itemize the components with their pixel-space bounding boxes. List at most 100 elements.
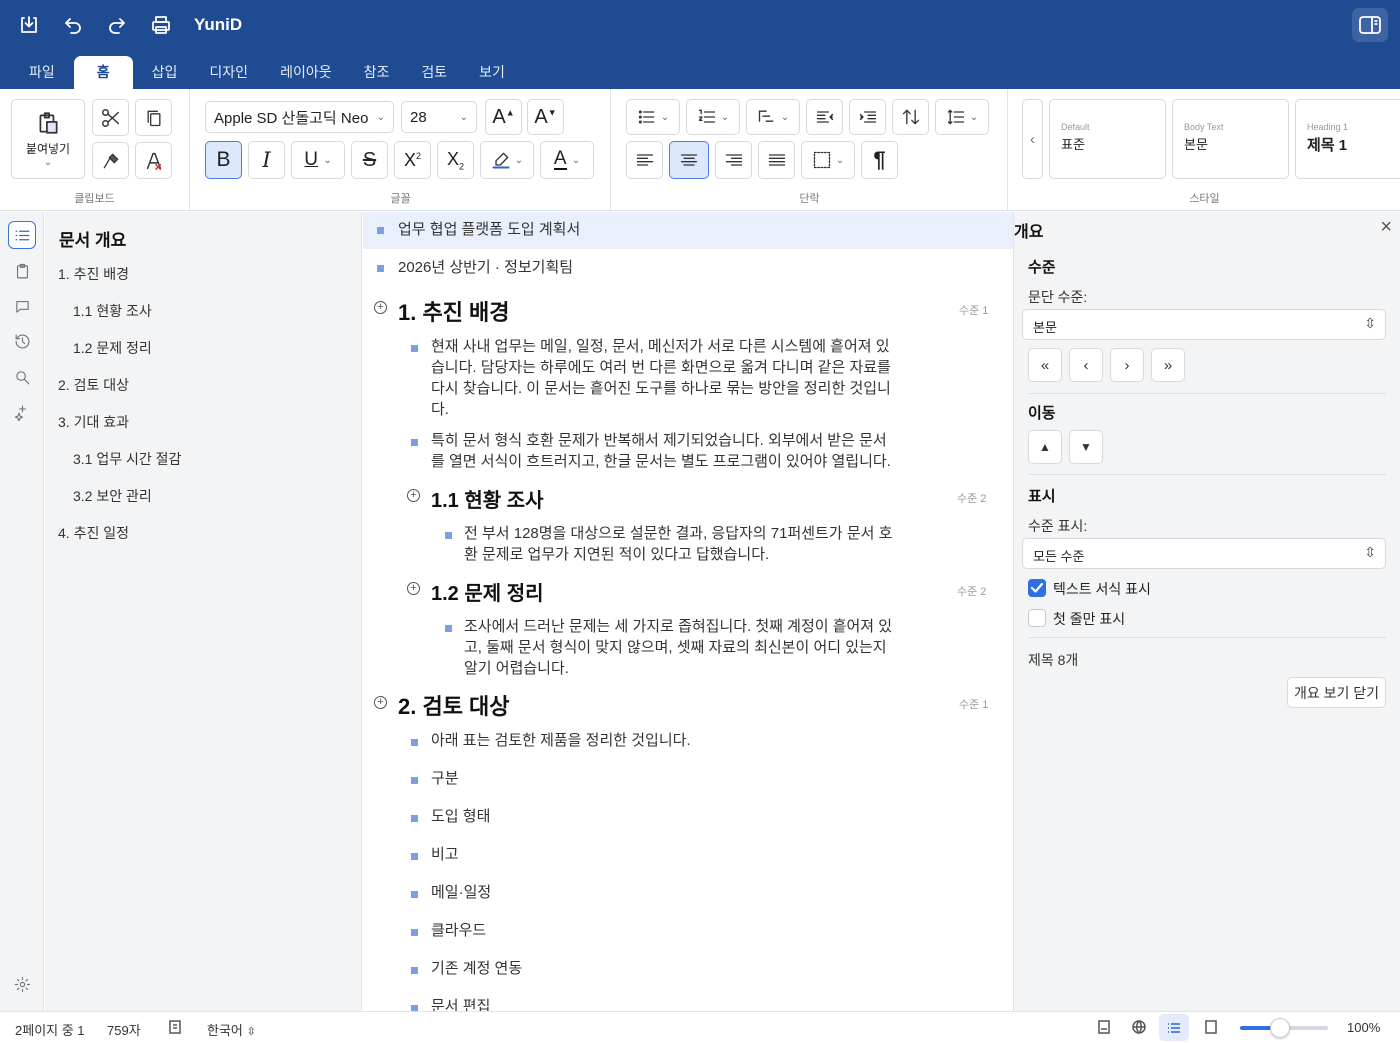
italic-button[interactable]: I — [248, 141, 285, 179]
pages-button[interactable] — [8, 257, 36, 285]
draft-layout-icon[interactable] — [1203, 1019, 1219, 1038]
ai-assist-button[interactable] — [8, 398, 36, 426]
demote-to-body-button[interactable]: » — [1151, 348, 1185, 382]
tab-layout[interactable]: 레이아웃 — [267, 56, 345, 89]
outline-item[interactable]: 3.1 업무 시간 절감 — [73, 449, 181, 469]
italic-icon: I — [262, 148, 271, 172]
move-section-title: 이동 — [1028, 405, 1056, 422]
tab-home[interactable]: 홈 — [73, 56, 133, 89]
promote-to-top-button[interactable]: « — [1028, 348, 1062, 382]
style-card-heading-1[interactable]: Heading 1 제목 1 — [1295, 99, 1400, 179]
move-up-button[interactable]: ▲ — [1028, 430, 1062, 464]
comments-button[interactable] — [8, 292, 36, 320]
styles-prev-button[interactable]: ‹ — [1022, 99, 1043, 179]
close-icon[interactable]: × — [1380, 216, 1392, 239]
outline-item[interactable]: 4. 추진 일정 — [58, 523, 129, 543]
document-area[interactable]: 업무 협업 플랫폼 도입 계획서 2026년 상반기 · 정보기획팀 + 1. … — [363, 212, 1013, 1011]
print-icon[interactable] — [150, 14, 172, 36]
bullet-list-button[interactable]: ⌄ — [626, 99, 680, 135]
zoom-slider[interactable] — [1240, 1018, 1328, 1038]
undo-icon[interactable] — [62, 14, 84, 36]
expand-icon[interactable]: + — [374, 301, 387, 314]
tab-review[interactable]: 검토 — [408, 56, 460, 89]
font-color-button[interactable]: A ⌄ — [540, 141, 594, 179]
justify-button[interactable] — [758, 141, 795, 179]
language-selector[interactable]: 한국어 ⇳ — [207, 1020, 256, 1039]
show-marks-button[interactable]: ¶ — [861, 141, 898, 179]
expand-icon[interactable]: + — [407, 489, 420, 502]
outline-view-button[interactable] — [8, 221, 36, 249]
line-spacing-button[interactable]: ⌄ — [935, 99, 989, 135]
tab-insert[interactable]: 삽입 — [139, 56, 191, 89]
tab-design[interactable]: 디자인 — [196, 56, 261, 89]
sort-button[interactable] — [892, 99, 929, 135]
print-layout-icon[interactable] — [1096, 1019, 1112, 1038]
copy-button[interactable] — [135, 99, 172, 136]
font-family-select[interactable]: Apple SD 산돌고딕 Neo ⌄ — [205, 101, 394, 133]
outline-layout-icon[interactable] — [1159, 1014, 1189, 1041]
cut-button[interactable] — [92, 99, 129, 136]
expand-icon[interactable]: + — [407, 582, 420, 595]
chevron-left-icon: ‹ — [1030, 130, 1035, 148]
increase-indent-button[interactable] — [849, 99, 886, 135]
align-center-icon — [680, 154, 698, 166]
format-painter-button[interactable] — [92, 142, 129, 179]
outline-item[interactable]: 3. 기대 효과 — [58, 412, 129, 432]
web-layout-icon[interactable] — [1131, 1019, 1147, 1038]
bold-button[interactable]: B — [205, 141, 242, 179]
numbered-list-button[interactable]: ⌄ — [686, 99, 740, 135]
search-button[interactable] — [8, 363, 36, 391]
settings-button[interactable] — [8, 970, 36, 998]
history-button[interactable] — [8, 327, 36, 355]
paragraph-level-select[interactable]: 본문 ⇳ — [1022, 309, 1386, 340]
tab-references[interactable]: 참조 — [351, 56, 403, 89]
multilevel-list-icon — [758, 110, 774, 122]
divider — [1028, 393, 1386, 394]
multilevel-list-button[interactable]: ⌄ — [746, 99, 800, 135]
style-card-default[interactable]: Default 표준 — [1049, 99, 1166, 179]
style-card-body-text[interactable]: Body Text 본문 — [1172, 99, 1289, 179]
expand-icon[interactable]: + — [374, 696, 387, 709]
first-line-checkbox[interactable] — [1028, 609, 1046, 627]
redo-icon[interactable] — [106, 14, 128, 36]
increase-indent-icon — [859, 111, 876, 123]
show-level-select[interactable]: 모든 수준 ⇳ — [1022, 538, 1386, 569]
decrease-indent-button[interactable] — [806, 99, 843, 135]
grow-font-button[interactable]: A▲ — [485, 99, 522, 135]
text-format-checkbox[interactable] — [1028, 579, 1046, 597]
outline-item[interactable]: 3.2 보안 관리 — [73, 486, 152, 506]
paragraph-line: 환 문제로 업무가 지연된 적이 있다고 답했습니다. — [464, 546, 770, 563]
outline-item[interactable]: 1.2 문제 정리 — [73, 338, 152, 358]
font-size-select[interactable]: 28 ⌄ — [401, 101, 477, 133]
bullet — [411, 853, 418, 860]
zoom-slider-thumb[interactable] — [1269, 1018, 1290, 1038]
style-english-name: Heading 1 — [1307, 122, 1349, 132]
outline-item[interactable]: 1. 추진 배경 — [58, 264, 129, 284]
outline-item[interactable]: 1.1 현황 조사 — [73, 301, 152, 321]
borders-button[interactable]: ⌄ — [801, 141, 855, 179]
align-center-button[interactable] — [669, 141, 709, 179]
clear-format-button[interactable] — [135, 142, 172, 179]
sidebar-toggle-button[interactable] — [1352, 8, 1388, 42]
align-right-button[interactable] — [715, 141, 752, 179]
tab-view[interactable]: 보기 — [466, 56, 518, 89]
style-name: 본문 — [1184, 137, 1208, 152]
align-left-button[interactable] — [626, 141, 663, 179]
proofing-icon[interactable] — [167, 1019, 183, 1038]
subscript-button[interactable]: X2 — [437, 141, 474, 179]
paste-button[interactable]: 붙여넣기 ⌄ — [11, 99, 85, 179]
demote-button[interactable]: › — [1110, 348, 1144, 382]
shrink-font-button[interactable]: A▼ — [527, 99, 564, 135]
outline-item[interactable]: 2. 검토 대상 — [58, 375, 129, 395]
promote-button[interactable]: ‹ — [1069, 348, 1103, 382]
underline-icon: U — [304, 149, 319, 170]
highlight-button[interactable]: ⌄ — [480, 141, 534, 179]
move-down-button[interactable]: ▼ — [1069, 430, 1103, 464]
sparkle-icon — [14, 405, 26, 421]
superscript-button[interactable]: X2 — [394, 141, 431, 179]
tab-file[interactable]: 파일 — [16, 56, 68, 89]
close-outline-button[interactable]: 개요 보기 닫기 — [1287, 677, 1386, 708]
save-icon[interactable] — [18, 14, 40, 36]
underline-button[interactable]: U ⌄ — [291, 141, 345, 179]
strikethrough-button[interactable]: S — [351, 141, 388, 179]
